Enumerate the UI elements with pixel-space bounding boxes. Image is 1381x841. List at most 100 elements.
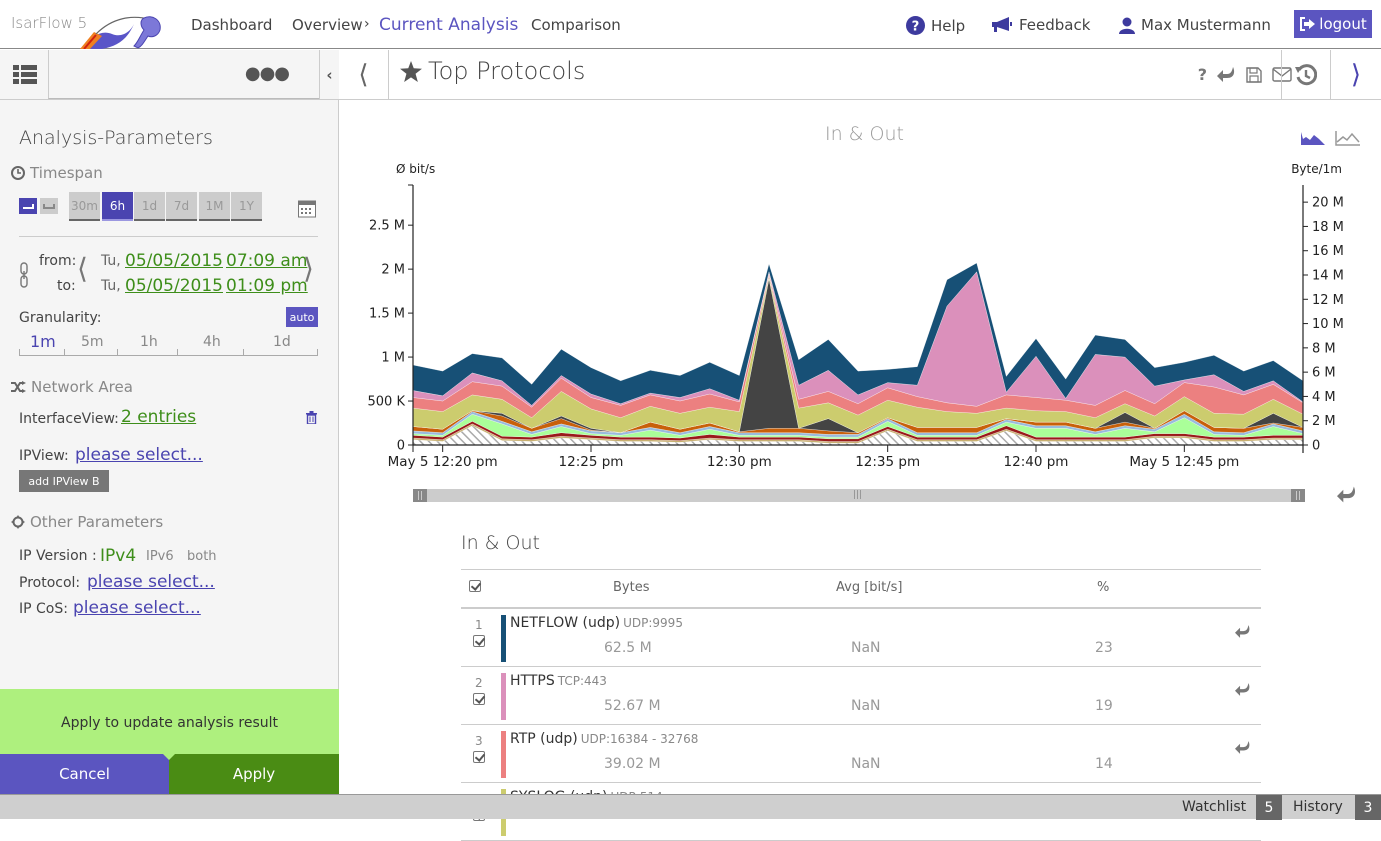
timespan-30m[interactable]: 30m (69, 192, 100, 221)
y2-axis-label: Byte/1m (1291, 162, 1342, 176)
row-checkbox[interactable] (473, 635, 485, 651)
x-tick-label: 12:30 pm (707, 454, 772, 470)
timespan-6h[interactable]: 6h (102, 192, 133, 221)
scroller-grip[interactable]: ||| (853, 489, 862, 502)
table-row[interactable]: 2 HTTPS TCP:443 52.67 M NaN 19 (461, 667, 1261, 725)
granularity-auto-button[interactable]: auto (286, 307, 318, 327)
calendar-icon[interactable] (298, 200, 316, 218)
logout-button[interactable]: logout (1294, 10, 1372, 38)
previous-timespan-button[interactable]: ⟨ (77, 252, 88, 285)
scroller-left-handle[interactable]: || (413, 489, 427, 502)
align-end-toggle[interactable] (19, 198, 37, 214)
previous-view-button[interactable]: ⟨ (339, 50, 389, 99)
nav-overview[interactable]: Overview (292, 16, 363, 34)
chart-range-scroller[interactable]: || ||| || (413, 489, 1305, 502)
ip-version-ipv4[interactable]: IPv4 (100, 546, 136, 566)
nav-dashboard[interactable]: Dashboard (191, 16, 272, 34)
protocol-label: Protocol: (19, 575, 81, 591)
network-area-label: Network Area (31, 378, 133, 396)
timespan-1Y[interactable]: 1Y (231, 192, 262, 221)
y2-tick-label: 14 M (1312, 269, 1344, 284)
interface-view-link[interactable]: 2 entries (121, 407, 196, 427)
protocol-name: HTTPS (510, 673, 555, 689)
y-axis-label: Ø bit/s (396, 162, 435, 176)
feedback-label: Feedback (1019, 16, 1091, 34)
row-protocol[interactable]: HTTPS TCP:443 (510, 673, 607, 689)
add-ipview-b-button[interactable]: add IPView B (19, 470, 109, 492)
protocol-link[interactable]: please select... (87, 572, 215, 592)
timespan-7d[interactable]: 7d (166, 192, 197, 221)
user-menu[interactable]: Max Mustermann (1119, 16, 1271, 34)
stacked-area-chart-icon[interactable] (1300, 130, 1326, 146)
more-options-icon[interactable]: ●●● (245, 63, 290, 84)
user-icon (1119, 17, 1135, 34)
x-tick-label: May 5 12:45 pm (1129, 454, 1239, 470)
from-time-link[interactable]: 07:09 am (226, 251, 307, 271)
row-protocol[interactable]: RTP (udp) UDP:16384 - 32768 (510, 731, 698, 747)
link-icon[interactable] (19, 261, 29, 289)
granularity-1h[interactable]: 1h (140, 334, 158, 350)
column-avg[interactable]: Avg [bit/s] (836, 580, 902, 595)
granularity-slider[interactable]: 1m 5m 1h 4h 1d (19, 332, 318, 356)
table-row[interactable]: 3 RTP (udp) UDP:16384 - 32768 39.02 M NaN 14 (461, 725, 1261, 783)
save-icon[interactable] (1246, 66, 1262, 83)
timespan-1M[interactable]: 1M (199, 192, 230, 221)
y-tick-label: 0 (397, 439, 405, 454)
tick (117, 349, 118, 355)
to-time-link[interactable]: 01:09 pm (226, 276, 308, 296)
reset-zoom-icon[interactable] (1337, 484, 1357, 508)
ipview-link[interactable]: please select... (75, 445, 203, 465)
column-bytes[interactable]: Bytes (613, 580, 649, 595)
nav-current-analysis[interactable]: Current Analysis (379, 15, 518, 35)
feedback-link[interactable]: Feedback (991, 16, 1090, 34)
drilldown-icon[interactable] (1235, 681, 1251, 700)
ip-version-ipv6[interactable]: IPv6 (146, 549, 174, 564)
next-view-button[interactable]: ⟩ (1331, 50, 1381, 99)
row-protocol[interactable]: NETFLOW (udp) UDP:9995 (510, 615, 683, 631)
drilldown-icon[interactable] (1235, 739, 1251, 758)
granularity-1d[interactable]: 1d (273, 334, 291, 350)
y2-tick-label: 4 M (1312, 390, 1336, 405)
align-start-toggle[interactable] (40, 198, 58, 214)
reply-icon[interactable] (1217, 67, 1236, 82)
select-all-checkbox[interactable] (469, 580, 481, 596)
history-button[interactable] (1281, 50, 1331, 99)
granularity-1m[interactable]: 1m (30, 332, 56, 351)
help-icon: ? (906, 16, 925, 35)
table-row[interactable]: 1 NETFLOW (udp) UDP:9995 62.5 M NaN 23 (461, 609, 1261, 667)
help-link[interactable]: ? Help (906, 16, 965, 35)
breadcrumb-separator: › (364, 16, 370, 32)
granularity-5m[interactable]: 5m (81, 334, 104, 350)
list-view-button[interactable] (0, 50, 49, 99)
view-title-text: Top Protocols (428, 57, 586, 85)
help-icon[interactable]: ? (1198, 65, 1207, 84)
line-chart-icon[interactable] (1335, 130, 1361, 146)
star-icon[interactable] (400, 60, 422, 82)
traffic-area-chart[interactable]: 0 500 K 1 M 1.5 M 2 M 2.5 M Ø bit/s 0 2 M 4 M 6 M 8… (340, 150, 1381, 480)
timespan-1d[interactable]: 1d (134, 192, 165, 221)
history-tab-button[interactable]: History (1293, 799, 1343, 815)
row-checkbox[interactable] (473, 751, 485, 767)
ip-cos-link[interactable]: please select... (73, 598, 201, 618)
logo-icon (80, 16, 161, 49)
row-checkbox[interactable] (473, 693, 485, 709)
collapse-sidebar-button[interactable]: ‹ (319, 50, 339, 99)
apply-button[interactable]: Apply (169, 754, 339, 794)
from-date-link[interactable]: 05/05/2015 (125, 251, 223, 271)
x-tick-label: 12:25 pm (559, 454, 624, 470)
to-date-link[interactable]: 05/05/2015 (125, 276, 223, 296)
protocol-name: RTP (udp) (510, 731, 578, 747)
next-timespan-button[interactable]: ⟩ (303, 252, 314, 285)
scroller-right-handle[interactable]: || (1291, 489, 1305, 502)
nav-comparison[interactable]: Comparison (531, 16, 621, 34)
watchlist-button[interactable]: Watchlist (1182, 799, 1246, 815)
row-avg: NaN (851, 698, 881, 714)
cancel-button[interactable]: Cancel (0, 754, 169, 794)
column-percent[interactable]: % (1097, 580, 1109, 595)
trash-icon[interactable] (306, 411, 317, 428)
row-percent: 19 (1095, 698, 1113, 714)
granularity-4h[interactable]: 4h (203, 334, 221, 350)
ip-version-both[interactable]: both (187, 549, 217, 564)
drilldown-icon[interactable] (1235, 623, 1251, 642)
chart-title: In & Out (825, 123, 904, 145)
